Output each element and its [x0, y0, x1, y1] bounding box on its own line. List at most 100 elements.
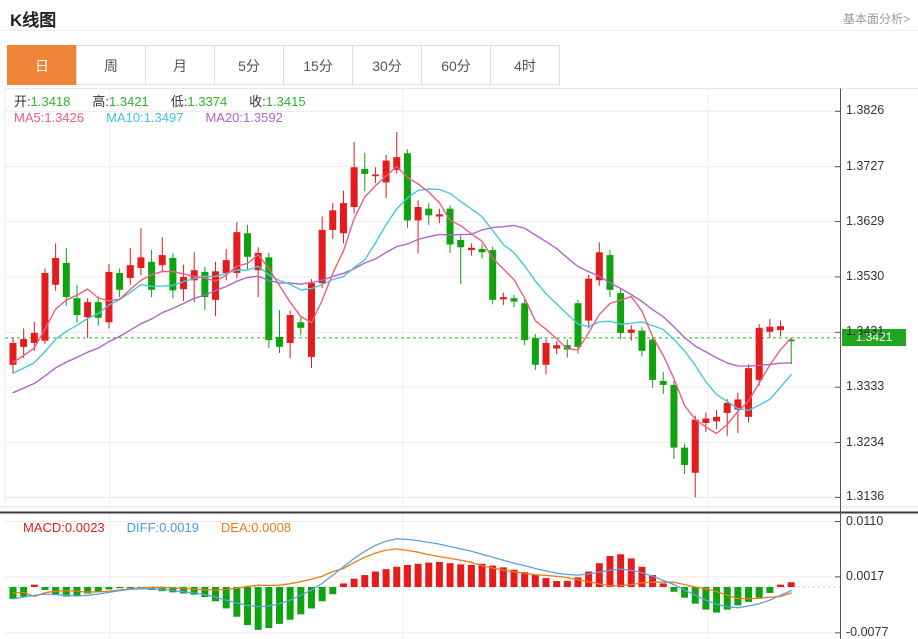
candle-body	[415, 207, 422, 220]
candle-body	[436, 214, 443, 216]
macd-bar	[287, 587, 294, 620]
macd-bar	[543, 578, 550, 587]
candle-body	[649, 340, 656, 380]
candle-body	[137, 257, 144, 268]
indicator-value: 高:1.3421	[92, 94, 148, 109]
candle-body	[457, 240, 464, 247]
macd-bar	[404, 565, 411, 587]
macd-bar	[532, 575, 539, 588]
indicator-value: MACD:0.0023	[23, 520, 105, 535]
axis-tick-label: 0.0017	[846, 569, 916, 583]
macd-bar	[223, 587, 230, 608]
candle-body	[425, 209, 432, 216]
macd-bar	[372, 572, 379, 587]
indicator-value: MA5:1.3426	[14, 110, 84, 125]
axis-tick-label: 1.3530	[846, 269, 916, 283]
candle-body	[159, 255, 166, 265]
macd-bar	[670, 587, 677, 592]
macd-bar	[638, 567, 645, 587]
macd-bar	[212, 587, 219, 601]
candle-body	[63, 263, 70, 297]
macd-bar	[468, 565, 475, 587]
candle-body	[756, 328, 763, 380]
macd-bar	[628, 558, 635, 587]
macd-bar	[361, 575, 368, 587]
macd-bar	[41, 587, 48, 590]
macd-bar	[479, 564, 486, 587]
macd-bar	[255, 587, 262, 630]
macd-bar	[756, 587, 763, 598]
macd-row: MACD:0.0023 DIFF:0.0019 DEA:0.0008	[23, 520, 313, 535]
candle-body	[319, 230, 326, 283]
candle-body	[329, 210, 336, 230]
macd-bar	[340, 583, 347, 587]
macd-bar	[31, 585, 38, 587]
candle-body	[127, 265, 134, 278]
indicator-value: MA10:1.3497	[106, 110, 183, 125]
candle-body	[361, 169, 368, 174]
macd-bar	[383, 569, 390, 587]
macd-bar	[521, 572, 528, 587]
macd-bar	[329, 587, 336, 594]
axis-tick-label: 1.3826	[846, 103, 916, 117]
macd-bar	[415, 564, 422, 587]
indicator-value: 低:1.3374	[171, 94, 227, 109]
candle-body	[511, 298, 518, 301]
indicator-value: DIFF:0.0019	[127, 520, 199, 535]
macd-bar	[425, 563, 432, 587]
candle-body	[681, 448, 688, 465]
candle-body	[223, 260, 230, 273]
candle-body	[308, 283, 315, 357]
ohlc-row: 开:1.3418 高:1.3421 低:1.3374 收:1.3415	[14, 91, 328, 110]
candle-body	[500, 297, 507, 299]
candle-body	[244, 233, 251, 257]
candle-body	[52, 258, 59, 285]
axis-tick-label: 1.3333	[846, 379, 916, 393]
candle-body	[31, 333, 38, 343]
indicator-value: 收:1.3415	[249, 94, 305, 109]
macd-bar	[447, 563, 454, 587]
candle-body	[724, 403, 731, 413]
candle-body	[468, 248, 475, 250]
candle-body	[660, 381, 667, 385]
macd-bar	[319, 587, 326, 601]
candle-body	[553, 345, 560, 348]
candle-body	[116, 273, 123, 290]
axis-tick-label: -0.0077	[846, 625, 916, 639]
candle-body	[105, 272, 112, 322]
candle-body	[692, 420, 699, 473]
axis-tick-label: 1.3431	[846, 324, 916, 338]
macd-bar	[116, 587, 123, 588]
candle-body	[372, 175, 379, 177]
candle-body	[543, 343, 550, 365]
macd-bar	[276, 587, 283, 624]
candle-body	[340, 203, 347, 233]
candle-body	[447, 209, 454, 245]
ma20-line	[13, 225, 791, 392]
ma10-line	[13, 189, 791, 410]
macd-bar	[606, 556, 613, 587]
candle-body	[702, 419, 709, 423]
macd-bar	[660, 583, 667, 587]
macd-bar	[617, 554, 624, 587]
candle-body	[73, 298, 80, 315]
indicator-value: DEA:0.0008	[221, 520, 291, 535]
axis-tick-label: 1.3727	[846, 159, 916, 173]
macd-bar	[745, 587, 752, 602]
macd-bar	[393, 567, 400, 587]
candle-body	[628, 330, 635, 333]
macd-bar	[766, 587, 773, 593]
macd-bar	[297, 587, 304, 614]
macd-bar	[457, 564, 464, 587]
candle-body	[638, 331, 645, 351]
macd-bar	[553, 581, 560, 587]
macd-bar	[105, 587, 112, 589]
candle-body	[585, 279, 592, 321]
candle-body	[532, 338, 539, 365]
candle-body	[287, 315, 294, 343]
ma-row: MA5:1.3426MA10:1.3497MA20:1.3592	[14, 110, 305, 125]
axis-tick-label: 1.3136	[846, 489, 916, 503]
candle-body	[84, 302, 91, 317]
indicator-value: 开:1.3418	[14, 94, 70, 109]
candle-body	[276, 337, 283, 347]
